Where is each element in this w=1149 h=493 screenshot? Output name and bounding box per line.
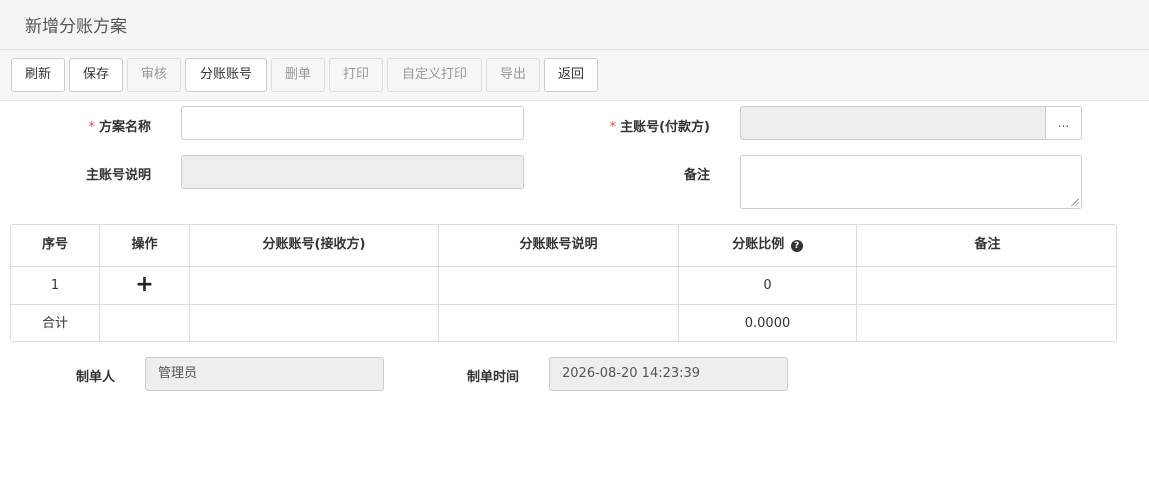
remark-textarea[interactable] xyxy=(740,155,1082,209)
row-action: + xyxy=(100,267,190,304)
scheme-name-label: * 方案名称 xyxy=(88,120,151,135)
table-row: 1 + 0 xyxy=(11,267,1116,305)
row-seq: 1 xyxy=(11,267,100,304)
page-title: 新增分账方案 xyxy=(25,17,127,37)
row-split-account[interactable] xyxy=(190,267,439,304)
main-account-picker-button[interactable]: ... xyxy=(1046,106,1082,140)
total-split-account xyxy=(190,305,439,341)
split-detail-table: 序号 操作 分账账号(接收方) 分账账号说明 分账比例 ? 备注 1 + 0 合… xyxy=(10,224,1117,342)
delete-button[interactable]: 删单 xyxy=(271,58,325,92)
export-button[interactable]: 导出 xyxy=(486,58,540,92)
scheme-name-input[interactable] xyxy=(181,106,524,140)
audit-button[interactable]: 审核 xyxy=(127,58,181,92)
table-total-row: 合计 0.0000 xyxy=(11,305,1116,341)
creator-label: 制单人 xyxy=(75,370,115,385)
required-mark: * xyxy=(88,120,95,135)
header-split-account: 分账账号(接收方) xyxy=(190,225,439,266)
toolbar: 刷新 保存 审核 分账账号 删单 打印 自定义打印 导出 返回 xyxy=(0,50,1149,101)
header-remark: 备注 xyxy=(974,237,1001,252)
header-split-account-desc: 分账账号说明 xyxy=(439,225,679,266)
header-ratio: 分账比例 ? xyxy=(679,225,857,266)
save-button[interactable]: 保存 xyxy=(69,58,123,92)
total-label: 合计 xyxy=(11,305,100,341)
header-action: 操作 xyxy=(100,225,190,266)
split-account-button[interactable]: 分账账号 xyxy=(185,58,267,92)
question-circle-icon[interactable]: ? xyxy=(790,240,803,252)
main-account-desc-label: 主账号说明 xyxy=(85,168,151,183)
row-ratio[interactable]: 0 xyxy=(679,267,857,304)
row-split-account-desc xyxy=(439,267,679,304)
creator-input[interactable]: 管理员 xyxy=(145,357,384,391)
header-seq: 序号 xyxy=(11,225,100,266)
total-remark xyxy=(857,305,1116,341)
plus-icon[interactable]: + xyxy=(135,272,153,297)
title-bar: 新增分账方案 xyxy=(0,0,1149,50)
required-mark: * xyxy=(609,120,617,135)
main-account-label: * 主账号(付款方) xyxy=(609,120,710,135)
table-header-row: 序号 操作 分账账号(接收方) 分账账号说明 分账比例 ? 备注 xyxy=(11,225,1116,267)
create-time-input[interactable]: 2026-08-20 14:23:39 xyxy=(549,357,788,391)
refresh-button[interactable]: 刷新 xyxy=(11,58,65,92)
total-split-account-desc xyxy=(439,305,679,341)
remark-label: 备注 xyxy=(683,168,710,183)
total-action xyxy=(100,305,190,341)
row-remark[interactable] xyxy=(857,267,1116,304)
main-account-input[interactable] xyxy=(740,106,1046,140)
print-button[interactable]: 打印 xyxy=(329,58,383,92)
custom-print-button[interactable]: 自定义打印 xyxy=(387,58,482,92)
total-ratio: 0.0000 xyxy=(679,305,857,341)
main-account-desc-input[interactable] xyxy=(181,155,524,189)
back-button[interactable]: 返回 xyxy=(544,58,598,92)
resize-handle-icon[interactable] xyxy=(1071,198,1079,206)
create-time-label: 制单时间 xyxy=(466,370,519,385)
